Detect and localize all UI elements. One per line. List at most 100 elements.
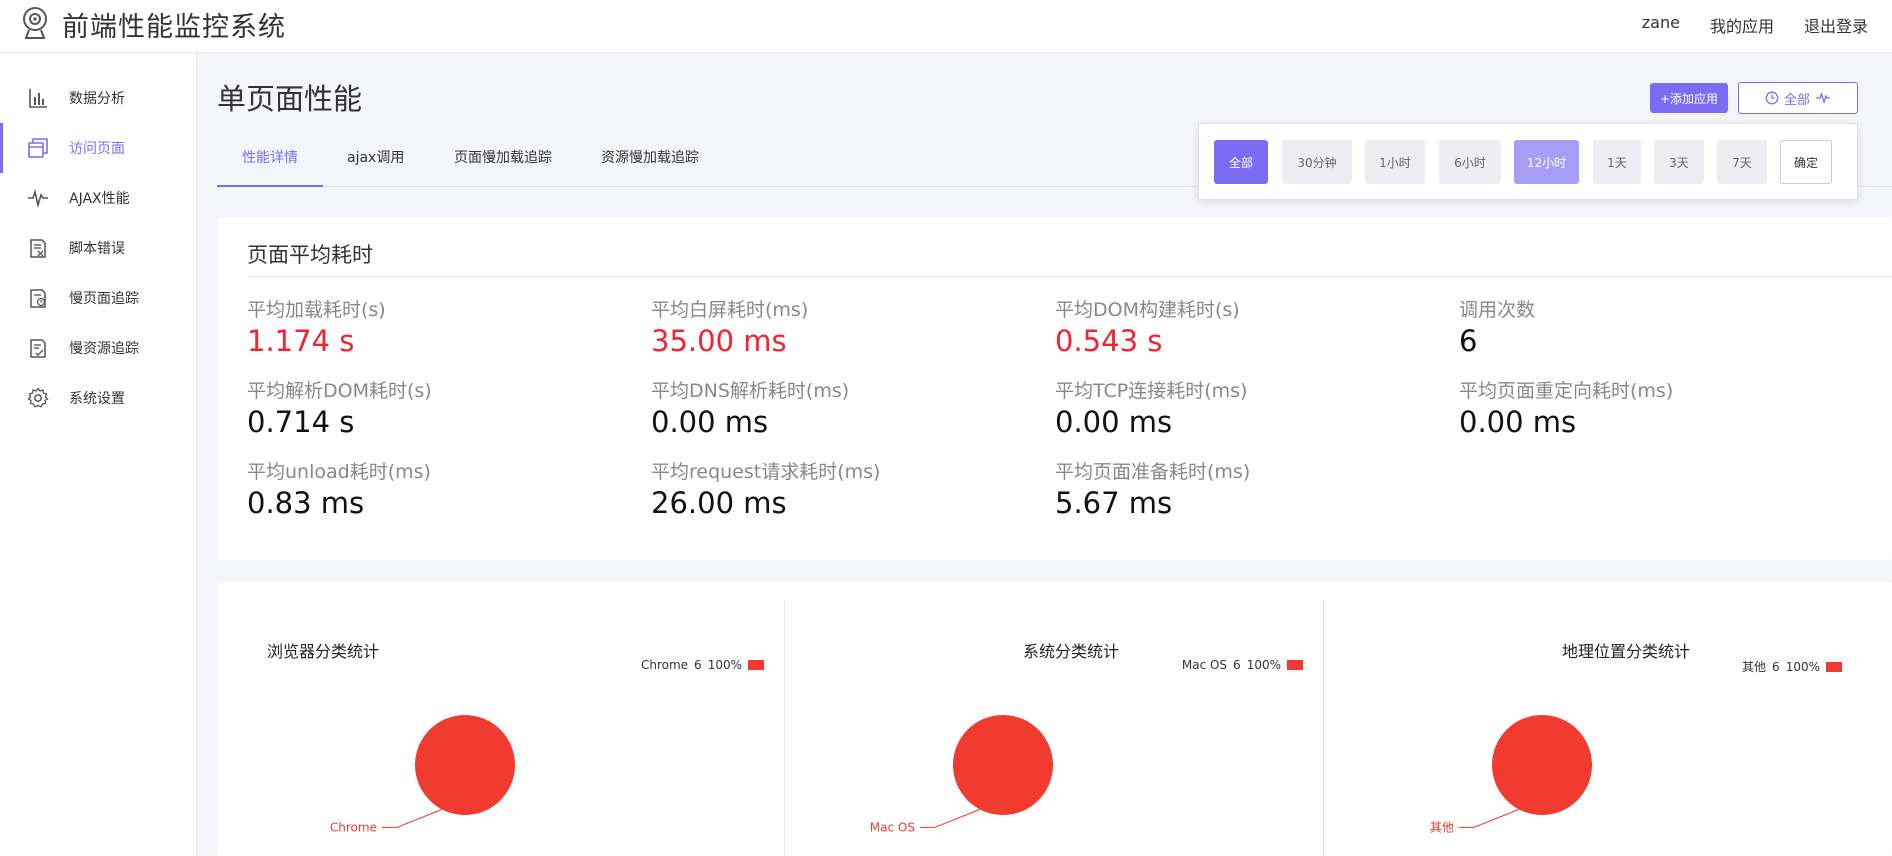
legend-value: 6 [1772, 659, 1780, 674]
user-name-link[interactable]: zane [1642, 13, 1680, 37]
browser-chart-panel: Chrome 浏览器分类统计 Chrome 6 100% [217, 600, 784, 856]
os-chart-panel: Mac OS 系统分类统计 Mac OS 6 100% [785, 600, 1323, 856]
slow-resource-icon [30, 339, 46, 358]
top-header: 前端性能监控系统 zane 我的应用 退出登录 [0, 0, 1892, 53]
stat-value: 0.00 ms [1459, 405, 1577, 439]
pie-label: Mac OS [870, 820, 915, 834]
gear-icon [27, 387, 49, 408]
stat-label: 平均页面准备耗时(ms) [1055, 461, 1251, 483]
stat-value: 1.174 s [247, 324, 355, 358]
time-range-dropdown: 全部 30分钟 1小时 6小时 12小时 1天 3天 7天 确定 [1198, 123, 1858, 200]
stat-value: 0.00 ms [1055, 405, 1173, 439]
stat-avg-dom-build: 平均DOM构建耗时(s) 0.543 s [1055, 295, 1240, 358]
stat-label: 平均TCP连接耗时(ms) [1055, 380, 1248, 402]
pie-slice[interactable] [1492, 715, 1592, 815]
range-option-30min[interactable]: 30分钟 [1282, 140, 1352, 184]
stat-value: 0.543 s [1055, 324, 1163, 358]
tab-slow-resource-trace[interactable]: 资源慢加载追踪 [601, 147, 699, 187]
legend-label: Mac OS [1181, 658, 1228, 672]
range-option-all[interactable]: 全部 [1214, 140, 1268, 184]
sidebar-item-data-analysis[interactable]: 数据分析 [0, 73, 197, 123]
pie-slice[interactable] [415, 715, 515, 815]
stat-label: 平均加载耗时(s) [247, 299, 386, 321]
stat-value: 6 [1459, 324, 1478, 358]
chart-legend[interactable]: Mac OS 6 100% [1182, 658, 1303, 672]
pages-icon [28, 138, 48, 158]
pie-leader-line [919, 808, 981, 828]
logout-link[interactable]: 退出登录 [1804, 13, 1868, 37]
tab-performance-detail[interactable]: 性能详情 [217, 147, 323, 187]
time-range-label: 全部 [1783, 92, 1810, 108]
pie-slice[interactable] [953, 715, 1053, 815]
legend-percent: 100% [707, 658, 742, 672]
sidebar-item-ajax[interactable]: AJAX性能 [0, 173, 197, 223]
pie-label: Chrome [330, 820, 377, 834]
chart-legend[interactable]: Chrome 6 100% [641, 658, 764, 672]
app-title: 前端性能监控系统 [62, 12, 286, 43]
chart-legend[interactable]: 其他 6 100% [1742, 658, 1842, 675]
legend-percent: 100% [1785, 659, 1820, 674]
stat-label: 平均页面重定向耗时(ms) [1459, 380, 1674, 402]
stat-avg-unload: 平均unload耗时(ms) 0.83 ms [247, 457, 431, 520]
chart-title: 浏览器分类统计 [267, 642, 380, 661]
range-confirm-button[interactable]: 确定 [1780, 140, 1832, 184]
legend-label: 其他 [1742, 660, 1767, 674]
stat-call-count: 调用次数 6 [1459, 295, 1535, 358]
stat-value: 0.714 s [247, 405, 355, 439]
chart-title: 系统分类统计 [1023, 642, 1120, 661]
range-option-3d[interactable]: 3天 [1654, 140, 1704, 184]
tab-slow-page-trace[interactable]: 页面慢加载追踪 [454, 147, 552, 187]
sidebar-item-label: 慢资源追踪 [69, 341, 139, 357]
sidebar-item-visit-pages[interactable]: 访问页面 [0, 123, 197, 173]
pie-leader-line [381, 808, 443, 828]
stat-avg-tcp: 平均TCP连接耗时(ms) 0.00 ms [1055, 376, 1247, 439]
stat-value: 26.00 ms [651, 486, 787, 520]
legend-value: 6 [1233, 658, 1241, 672]
sidebar: 数据分析 访问页面 AJAX性能 脚本错误 慢页面追踪 慢资源追踪 系统设置 [0, 53, 197, 856]
webcam-logo-icon [23, 7, 47, 39]
legend-percent: 100% [1246, 658, 1281, 672]
stat-label: 平均unload耗时(ms) [247, 461, 431, 483]
range-option-12h[interactable]: 12小时 [1514, 140, 1579, 184]
stat-label: 调用次数 [1459, 299, 1536, 321]
range-option-1d[interactable]: 1天 [1593, 140, 1641, 184]
sidebar-item-slow-resources[interactable]: 慢资源追踪 [0, 323, 197, 373]
legend-swatch [1826, 661, 1842, 672]
clock-icon [1765, 91, 1779, 105]
tab-ajax-calls[interactable]: ajax调用 [347, 147, 404, 187]
range-option-6h[interactable]: 6小时 [1439, 140, 1501, 184]
stats-card: 页面平均耗时 平均加载耗时(s) 1.174 s 平均白屏耗时(ms) 35.0… [217, 217, 1892, 560]
time-range-button[interactable]: 全部 [1738, 82, 1858, 114]
sidebar-item-script-errors[interactable]: 脚本错误 [0, 223, 197, 273]
sidebar-item-label: 数据分析 [69, 91, 125, 107]
stat-avg-load: 平均加载耗时(s) 1.174 s [247, 295, 386, 358]
pie-leader-line [1458, 808, 1520, 828]
my-apps-link[interactable]: 我的应用 [1710, 13, 1774, 37]
error-script-icon [30, 239, 46, 258]
sidebar-item-slow-pages[interactable]: 慢页面追踪 [0, 273, 197, 323]
bar-chart-icon [29, 89, 47, 108]
charts-card: Chrome 浏览器分类统计 Chrome 6 100% Mac OS 系统分类… [217, 582, 1892, 856]
stat-label: 平均request请求耗时(ms) [651, 461, 881, 483]
pulse-icon [1816, 92, 1830, 104]
range-option-1h[interactable]: 1小时 [1365, 140, 1425, 184]
range-option-7d[interactable]: 7天 [1717, 140, 1767, 184]
add-app-button[interactable]: +添加应用 [1650, 83, 1728, 113]
stat-value: 35.00 ms [651, 324, 787, 358]
sidebar-item-label: 脚本错误 [69, 241, 125, 257]
stat-label: 平均白屏耗时(ms) [651, 299, 809, 321]
page-title: 单页面性能 [217, 82, 363, 116]
stat-avg-dom-parse: 平均解析DOM耗时(s) 0.714 s [247, 376, 432, 439]
legend-swatch [748, 660, 764, 670]
sidebar-item-settings[interactable]: 系统设置 [0, 373, 197, 423]
stat-value: 0.00 ms [651, 405, 769, 439]
header-nav: zane 我的应用 退出登录 [1642, 13, 1868, 37]
sidebar-item-label: AJAX性能 [69, 191, 130, 207]
stats-title: 页面平均耗时 [247, 243, 373, 267]
sidebar-item-label: 访问页面 [69, 141, 125, 157]
pie-label: 其他 [1430, 820, 1454, 834]
stat-avg-dns: 平均DNS解析耗时(ms) 0.00 ms [651, 376, 849, 439]
stat-avg-request: 平均request请求耗时(ms) 26.00 ms [651, 457, 880, 520]
stat-label: 平均DNS解析耗时(ms) [651, 380, 850, 402]
slow-page-icon [30, 289, 46, 308]
